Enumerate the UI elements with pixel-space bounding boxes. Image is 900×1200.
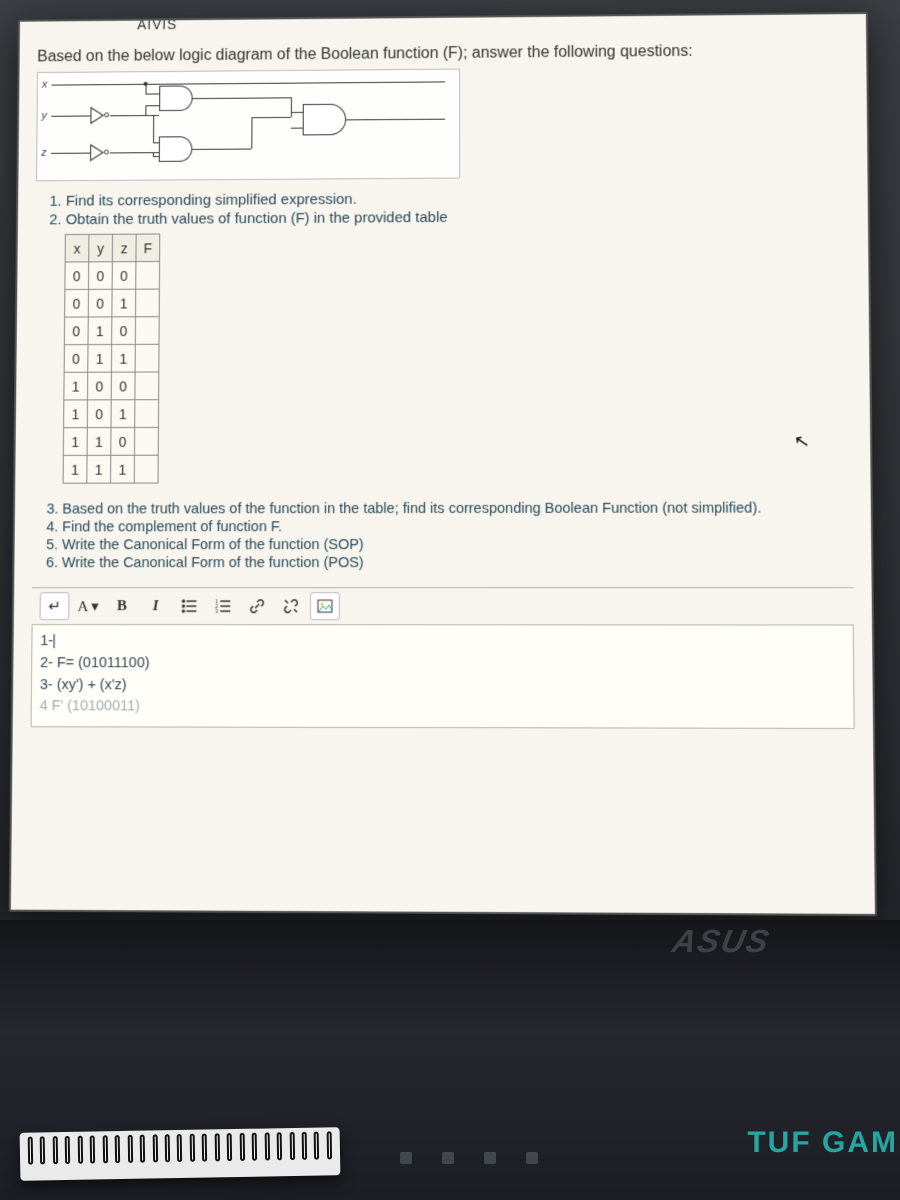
answer-line: 4 F' (10100011) <box>40 696 846 719</box>
image-button[interactable] <box>310 592 340 620</box>
link-button[interactable] <box>242 592 272 620</box>
th-f: F <box>136 234 160 262</box>
unordered-list-button[interactable] <box>174 592 204 620</box>
cell: 1 <box>112 289 136 317</box>
list-ol-icon: 123 <box>215 598 231 614</box>
label-x: x <box>42 79 47 91</box>
cell: 0 <box>64 317 88 345</box>
list-ul-icon <box>181 598 197 614</box>
cell: 1 <box>87 428 111 456</box>
question-item: 4. Find the complement of function F. <box>46 518 853 535</box>
unlink-icon <box>283 598 299 614</box>
cell: 0 <box>88 262 112 290</box>
question-item: 2. Obtain the truth values of function (… <box>49 207 850 229</box>
cell <box>136 289 160 317</box>
ordered-list-button[interactable]: 123 <box>208 592 238 620</box>
cell: 1 <box>63 455 87 483</box>
question-list-a: 1. Find its corresponding simplified exp… <box>49 188 850 228</box>
question-content: Based on the below logic diagram of the … <box>13 14 873 729</box>
page-header-fragment: AIVIS <box>137 16 177 32</box>
cell <box>135 344 159 372</box>
truth-table: x y z F 000 001 010 011 100 101 110 111 <box>63 233 161 483</box>
cell: 1 <box>64 372 88 400</box>
image-icon <box>317 598 333 614</box>
unlink-button[interactable] <box>276 592 306 620</box>
font-menu[interactable]: A ▾ <box>73 592 103 620</box>
label-z: z <box>41 147 46 159</box>
editor-toolbar: ↵ A ▾ B I 123 <box>32 587 854 625</box>
cell: 0 <box>64 345 88 373</box>
label-y: y <box>41 110 46 122</box>
cell <box>136 262 160 290</box>
cell: 0 <box>111 372 135 400</box>
and-gate <box>159 136 193 162</box>
paragraph-button[interactable]: ↵ <box>40 592 70 620</box>
cell: 1 <box>88 317 112 345</box>
question-item: 1. Find its corresponding simplified exp… <box>49 188 849 210</box>
and-gate <box>159 85 193 111</box>
cell: 0 <box>111 427 135 455</box>
cell: 0 <box>65 262 89 290</box>
spiral-notebook <box>20 1127 341 1181</box>
cell: 1 <box>87 455 111 483</box>
not-bubble <box>104 112 109 117</box>
cell <box>134 455 158 483</box>
buffer-gate <box>90 144 104 162</box>
answer-line: 3- (xy') + (x'z) <box>40 675 845 698</box>
cell: 0 <box>112 317 136 345</box>
question-item: 3. Based on the truth values of the func… <box>46 500 852 517</box>
intro-text: Based on the below logic diagram of the … <box>37 42 848 67</box>
desk-surface: ASUS TUF GAM <box>0 920 900 1200</box>
svg-text:3: 3 <box>215 609 218 614</box>
question-list-b: 3. Based on the truth values of the func… <box>46 500 853 571</box>
cell: 0 <box>87 400 111 428</box>
and-gate-large <box>303 104 347 136</box>
answer-line: 2- F= (01011100) <box>40 653 845 676</box>
not-bubble <box>104 150 109 155</box>
cell <box>135 400 159 428</box>
logic-diagram: x y z <box>36 69 460 182</box>
monitor-brand: ASUS <box>669 923 774 960</box>
answer-line: 1- <box>40 631 845 653</box>
cell: 0 <box>112 262 136 290</box>
question-item: 5. Write the Canonical Form of the funct… <box>46 537 853 554</box>
question-item: 6. Write the Canonical Form of the funct… <box>46 555 853 571</box>
answer-editor[interactable]: 1- 2- F= (01011100) 3- (xy') + (x'z) 4 F… <box>31 625 855 729</box>
italic-button[interactable]: I <box>141 592 171 620</box>
cell <box>134 427 158 455</box>
cell: 1 <box>64 400 88 428</box>
reflection-dots <box>400 1152 538 1164</box>
cell: 0 <box>88 372 112 400</box>
cell: 1 <box>111 455 135 483</box>
cell: 1 <box>111 400 135 428</box>
link-icon <box>249 598 265 614</box>
cell: 1 <box>88 344 112 372</box>
cell: 0 <box>65 289 89 317</box>
buffer-gate <box>90 107 104 125</box>
th-y: y <box>89 234 113 262</box>
cell <box>135 372 159 400</box>
th-x: x <box>65 234 89 262</box>
cell: 1 <box>63 428 87 456</box>
cell <box>135 317 159 345</box>
cell: 0 <box>88 289 112 317</box>
tuf-label: TUF GAM <box>747 1126 898 1160</box>
th-z: z <box>112 234 136 262</box>
bold-button[interactable]: B <box>107 592 137 620</box>
cell: 1 <box>111 344 135 372</box>
